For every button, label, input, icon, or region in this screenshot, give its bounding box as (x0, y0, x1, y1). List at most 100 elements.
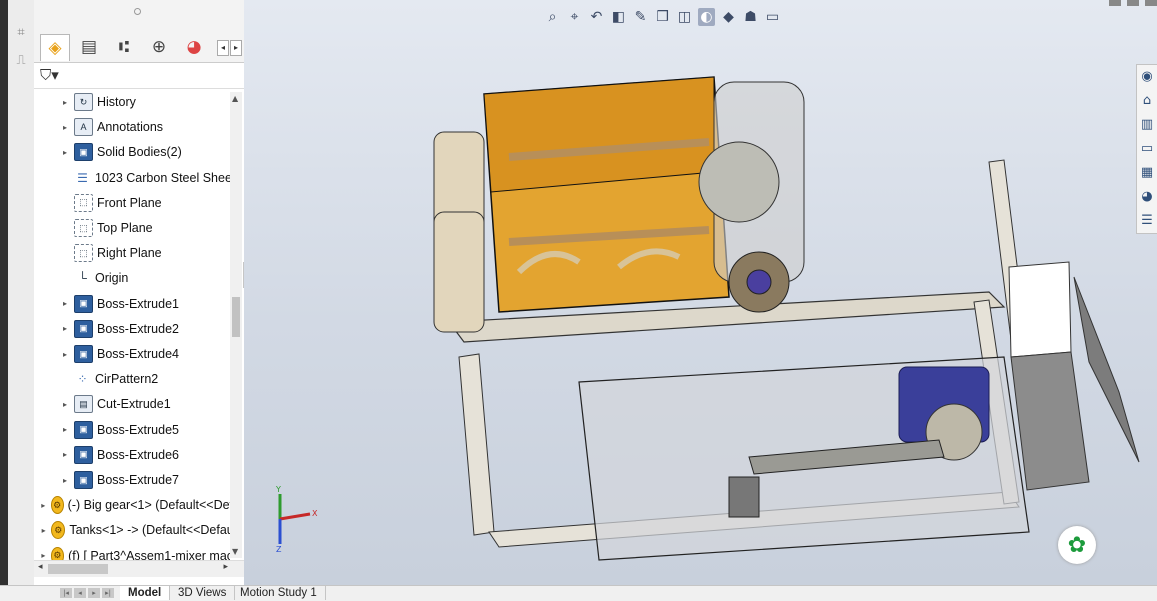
tab-property-manager[interactable]: ▤ (75, 34, 103, 60)
tree-item[interactable]: ⁘ CirPattern2 (60, 367, 230, 391)
scroll-down-icon[interactable]: ▼ (232, 547, 238, 556)
rebuild-icon[interactable]: ⌗ (12, 24, 30, 42)
next-tab-icon[interactable]: ▸ (88, 588, 100, 598)
tree-vertical-scrollbar[interactable]: ▲ ▼ (230, 92, 242, 558)
last-tab-icon[interactable]: ▸| (102, 588, 114, 598)
big-gear (698, 141, 780, 223)
tree-item-label: Solid Bodies(2) (97, 145, 182, 160)
component-icon: ⚙ (50, 496, 64, 515)
control-box (1010, 351, 1090, 491)
zoom-area-icon[interactable]: ⌖ (566, 8, 583, 26)
expand-arrow-icon[interactable]: ▸ (60, 324, 70, 333)
tree-item-label: Origin (95, 271, 129, 286)
tab-scroll-left-icon[interactable]: ◂ (217, 40, 229, 56)
scroll-up-icon[interactable]: ▲ (232, 94, 238, 103)
expand-arrow-icon[interactable]: ▸ (60, 123, 70, 132)
edit-appearance-icon[interactable]: ◆ (720, 8, 737, 26)
tab-3d-views[interactable]: 3D Views (170, 586, 236, 600)
filter-row: ⛉▾ (34, 62, 244, 89)
expand-arrow-icon[interactable]: ▸ (60, 98, 70, 107)
tree-item[interactable]: ▸ ▣ Solid Bodies(2) (60, 140, 230, 164)
tab-configuration-manager[interactable]: ⑆ (110, 34, 138, 60)
tree-item[interactable]: ▸ ⚙ (-) Big gear<1> (Default<<Defa (40, 493, 230, 517)
tab-scroll-right-icon[interactable]: ▸ (230, 40, 242, 56)
tree-item[interactable]: ⬚ Top Plane (60, 216, 230, 240)
scroll-thumb[interactable] (232, 297, 240, 337)
tree-item-label: Front Plane (97, 195, 162, 210)
step-icon[interactable]: ⎍ (12, 52, 30, 70)
expand-arrow-icon[interactable]: ▸ (60, 425, 70, 434)
restore-icon[interactable] (1127, 0, 1139, 6)
expand-arrow-icon[interactable]: ▸ (60, 299, 70, 308)
dynamic-annotation-icon[interactable]: ✎ (632, 8, 649, 26)
tree-item[interactable]: ▸ A Annotations (60, 115, 230, 139)
scroll-right-icon[interactable]: ▸ (223, 562, 228, 572)
expand-arrow-icon[interactable]: ▸ (60, 148, 70, 157)
tab-motion-study[interactable]: Motion Study 1 (232, 586, 326, 600)
tree-item[interactable]: └ Origin (60, 266, 230, 290)
tree-item[interactable]: ⬚ Right Plane (60, 241, 230, 265)
tree-item-label: Boss-Extrude6 (97, 447, 179, 462)
first-tab-icon[interactable]: |◂ (60, 588, 72, 598)
color-wheel-icon: ◕ (186, 37, 202, 57)
tab-dimxpert-manager[interactable]: ⊕ (145, 34, 173, 60)
tab-feature-manager[interactable]: ◈ (40, 34, 70, 61)
lever-block (728, 476, 760, 518)
tree-item[interactable]: ▸ ▣ Boss-Extrude6 (60, 443, 230, 467)
tab-display-manager[interactable]: ◕ (180, 34, 208, 60)
close-icon[interactable] (1145, 0, 1157, 6)
component-icon: ⚙ (51, 521, 66, 540)
task-strip: ⌗ ⎍ (8, 0, 35, 585)
frame-leg-front-left (458, 353, 495, 536)
view-orientation-icon[interactable]: ❒ (654, 8, 671, 26)
hide-show-icon[interactable]: ◐ (698, 8, 715, 26)
tree-item[interactable]: ▸ ▣ Boss-Extrude2 (60, 317, 230, 341)
graphics-area[interactable]: ⌕ ⌖ ↶ ◧ ✎ ❒ ◫ ◐ ◆ ☗ ▭ ◉ ⌂ ▥ ▭ ▦ ◕ ☰ Y X … (244, 0, 1157, 585)
tab-scroll: ◂ ▸ (217, 40, 242, 56)
tree-item[interactable]: ▸ ▣ Boss-Extrude5 (60, 418, 230, 442)
tree-item[interactable]: ▸ ▤ Cut-Extrude1 (60, 392, 230, 416)
prev-tab-icon[interactable]: ◂ (74, 588, 86, 598)
tree-item[interactable]: ▸ ▣ Boss-Extrude1 (60, 292, 230, 316)
view-settings-icon[interactable]: ▭ (764, 8, 781, 26)
assembly-model[interactable] (429, 62, 1149, 562)
expand-arrow-icon[interactable]: ▸ (60, 450, 70, 459)
clover-logo-icon[interactable]: ✿ (1058, 526, 1096, 564)
expand-arrow-icon[interactable]: ▸ (40, 526, 47, 535)
tree-item[interactable]: ▸ ↻ History (60, 90, 230, 114)
cut-extrude-icon: ▤ (74, 395, 93, 414)
tree-item[interactable]: ▸ ⚙ (f) [ Part3^Assem1-mixer mach (40, 544, 230, 560)
window-edge (0, 0, 8, 600)
expand-arrow-icon[interactable]: ▸ (40, 551, 47, 560)
x-axis-label: X (312, 509, 318, 518)
tank-upper-half (483, 76, 715, 193)
expand-arrow-icon[interactable]: ▸ (60, 350, 70, 359)
tree-horizontal-scrollbar[interactable]: ◂ ▸ (34, 560, 244, 577)
expand-arrow-icon[interactable]: ▸ (60, 476, 70, 485)
tree-item-label: (-) Big gear<1> (Default<<Defa (67, 498, 230, 513)
filter-icon[interactable]: ⛉▾ (40, 66, 59, 84)
minimize-icon[interactable] (1109, 0, 1121, 6)
tab-model[interactable]: Model (120, 586, 171, 600)
expand-arrow-icon[interactable]: ▸ (60, 400, 70, 409)
tree-item[interactable]: ⬚ Front Plane (60, 191, 230, 215)
tree-item[interactable]: ▸ ▣ Boss-Extrude7 (60, 468, 230, 492)
tree-item-label: Right Plane (97, 246, 162, 261)
tree-item[interactable]: ▸ ▣ Boss-Extrude4 (60, 342, 230, 366)
scroll-left-icon[interactable]: ◂ (38, 562, 43, 572)
zoom-to-fit-icon[interactable]: ⌕ (544, 8, 561, 26)
extrude-icon: ▣ (74, 445, 93, 464)
hscroll-thumb[interactable] (48, 564, 108, 574)
display-style-icon[interactable]: ◫ (676, 8, 693, 26)
previous-view-icon[interactable]: ↶ (588, 8, 605, 26)
tree-item[interactable]: ▸ ⚙ Tanks<1> -> (Default<<Default (40, 518, 230, 542)
crosshair-icon: ⊕ (151, 37, 167, 57)
tree-item[interactable]: ☰ 1023 Carbon Steel Sheet (SS (60, 166, 230, 190)
expand-arrow-icon[interactable]: ▸ (40, 501, 47, 510)
origin-icon: └ (78, 271, 87, 286)
apply-scene-icon[interactable]: ☗ (742, 8, 759, 26)
section-view-icon[interactable]: ◧ (610, 8, 627, 26)
property-icon: ▤ (80, 37, 98, 57)
tree-item-label: CirPattern2 (95, 372, 159, 387)
axis-triad: Y X Z (275, 485, 318, 554)
